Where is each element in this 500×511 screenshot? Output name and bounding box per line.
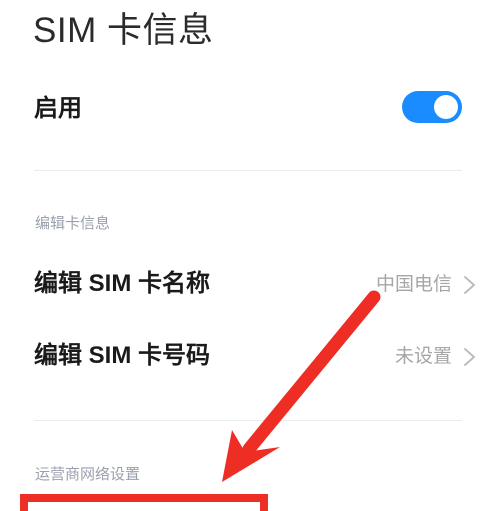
divider-top (34, 170, 462, 171)
row-edit-sim-number-label: 编辑 SIM 卡号码 (34, 342, 211, 369)
chevron-right-icon (462, 344, 478, 370)
red-arrow-annotation (222, 290, 381, 482)
row-edit-sim-name-value: 中国电信 (375, 274, 452, 295)
row-edit-sim-number[interactable]: 编辑 SIM 卡号码 未设置 (0, 328, 500, 386)
section-header-edit-card-info: 编辑卡信息 (35, 215, 111, 232)
page-title: SIM 卡信息 (33, 11, 214, 50)
section-header-carrier-network-settings: 运营商网络设置 (35, 466, 141, 483)
red-highlight-box-annotation (20, 494, 268, 511)
row-edit-sim-name[interactable]: 编辑 SIM 卡名称 中国电信 (0, 256, 500, 314)
row-edit-sim-number-value: 未设置 (394, 346, 452, 367)
enable-sim-row[interactable]: 启用 (0, 80, 500, 136)
enable-sim-toggle[interactable] (402, 91, 462, 123)
row-edit-sim-name-label: 编辑 SIM 卡名称 (34, 270, 211, 297)
chevron-right-icon (462, 272, 478, 298)
sim-card-info-screen: SIM 卡信息 启用 编辑卡信息 编辑 SIM 卡名称 中国电信 编辑 SIM … (0, 0, 500, 511)
enable-sim-label: 启用 (34, 95, 82, 122)
divider-bottom (34, 420, 462, 421)
toggle-knob (434, 95, 458, 119)
